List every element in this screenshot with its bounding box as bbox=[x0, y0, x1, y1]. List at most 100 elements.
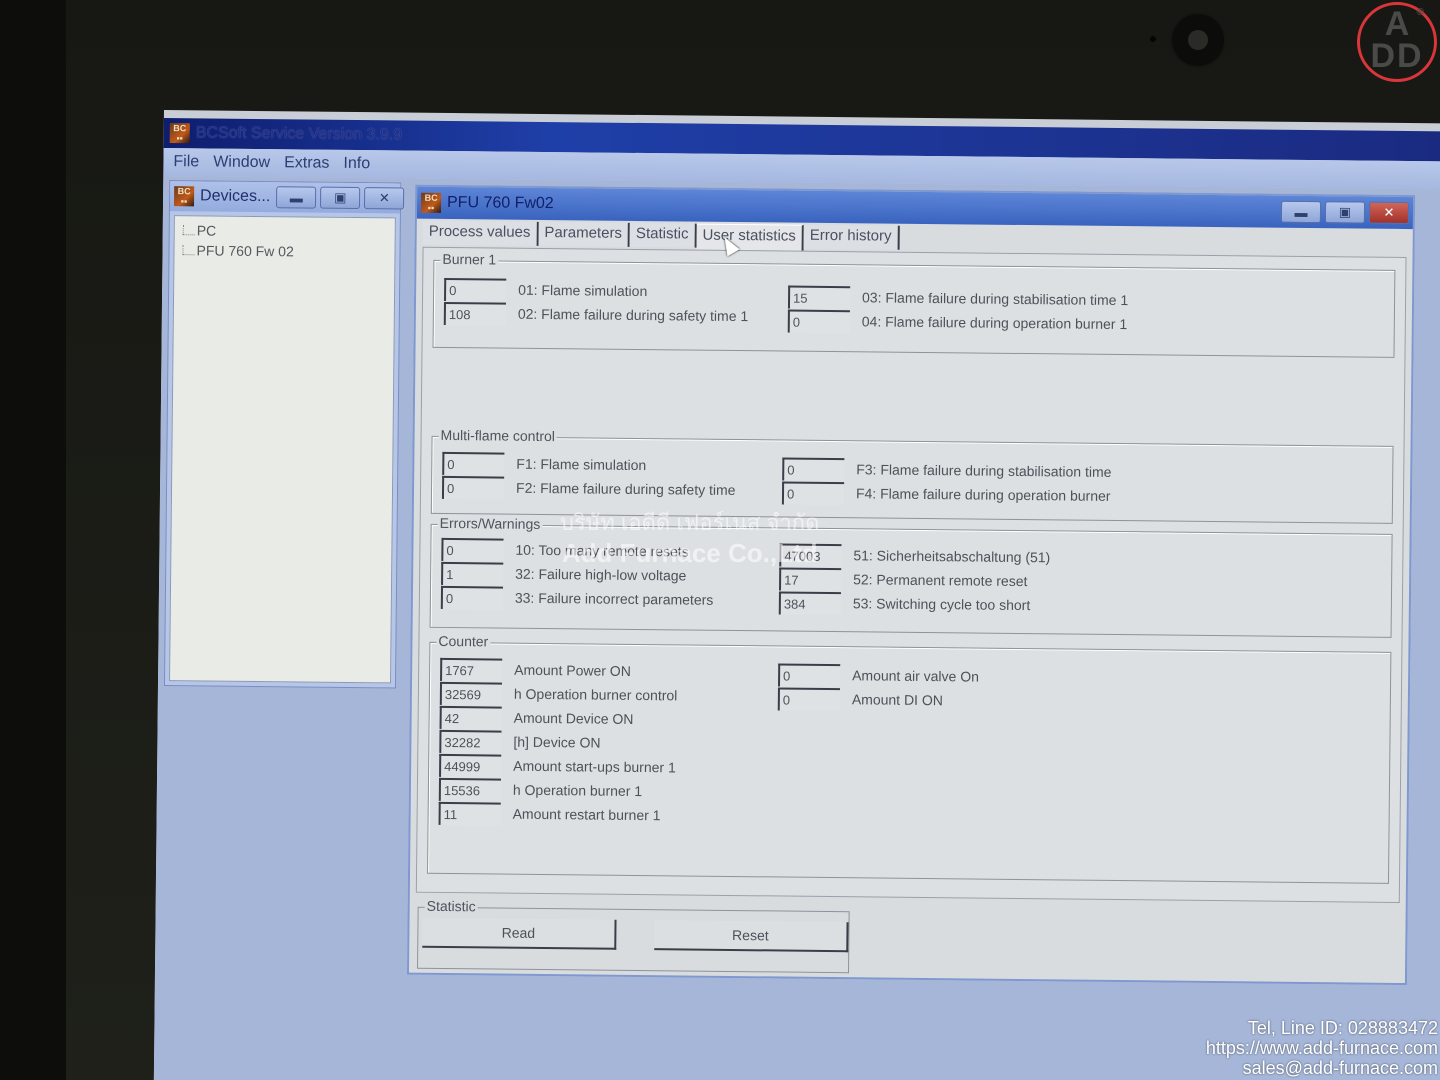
bezel-edge bbox=[0, 0, 66, 1080]
tab-error-history[interactable]: Error history bbox=[803, 224, 900, 250]
stat-label: F2: Flame failure during safety time bbox=[515, 479, 736, 499]
menu-info[interactable]: Info bbox=[343, 155, 370, 173]
stat-row: 11 Amount restart burner 1 bbox=[438, 801, 661, 827]
devices-title: Devices... bbox=[200, 187, 271, 206]
stat-row: 15 03: Flame failure during stabilisatio… bbox=[787, 285, 1129, 313]
stat-row: 0 F3: Flame failure during stabilisation… bbox=[782, 456, 1112, 483]
pfu-window: BC ▪▪ PFU 760 Fw02 ▬ ▣ ✕ Process values P… bbox=[406, 184, 1416, 986]
tab-statistic[interactable]: Statistic bbox=[629, 222, 697, 248]
stat-label: 04: Flame failure during operation burne… bbox=[861, 313, 1128, 333]
stat-label: [h] Device ON bbox=[513, 733, 601, 751]
stat-row: 0 Amount DI ON bbox=[777, 686, 943, 712]
stat-value: 47003 bbox=[779, 542, 842, 567]
stat-value: 0 bbox=[782, 456, 845, 481]
stat-value: 0 bbox=[440, 585, 504, 610]
stat-value: 15 bbox=[787, 285, 851, 309]
close-icon: ✕ bbox=[1383, 204, 1395, 220]
statistic-group: Statistic Read Reset bbox=[417, 897, 850, 974]
stat-value: 108 bbox=[443, 301, 507, 326]
group-counter: Counter 1767 Amount Power ON 32569 h Ope… bbox=[427, 632, 1392, 884]
stat-row: 47003 51: Sicherheitsabschaltung (51) bbox=[779, 542, 1050, 569]
maximize-button[interactable]: ▣ bbox=[1324, 201, 1366, 224]
device-tree: PC PFU 760 Fw 02 bbox=[169, 215, 396, 684]
stat-label: 52: Permanent remote reset bbox=[853, 571, 1028, 590]
stat-value: 32282 bbox=[439, 729, 502, 754]
stat-row: 0 F1: Flame simulation bbox=[442, 451, 646, 477]
stat-value: 0 bbox=[781, 480, 845, 505]
stat-label: h Operation burner 1 bbox=[512, 781, 643, 800]
stat-label: h Operation burner control bbox=[513, 685, 678, 704]
stat-label: 03: Flame failure during stabilisation t… bbox=[861, 289, 1129, 309]
stat-row: 0 01: Flame simulation bbox=[444, 277, 647, 303]
tree-item-pfu[interactable]: PFU 760 Fw 02 bbox=[182, 240, 386, 262]
app-title: BCSoft Service Version 3.9.9 bbox=[195, 124, 403, 144]
tree-connector bbox=[182, 225, 195, 236]
group-errors-warnings: Errors/Warnings 0 10: Too many remote re… bbox=[429, 514, 1393, 638]
registered-mark: ® bbox=[1416, 7, 1424, 18]
contact-website: https://www.add-furnace.com bbox=[1205, 1038, 1438, 1058]
menu-file[interactable]: File bbox=[173, 153, 199, 171]
stat-row: 0 04: Flame failure during operation bur… bbox=[787, 309, 1128, 337]
stat-row: 384 53: Switching cycle too short bbox=[778, 590, 1031, 617]
tree-item-pc[interactable]: PC bbox=[182, 220, 387, 242]
stat-row: 32282 [h] Device ON bbox=[439, 729, 601, 755]
devices-window: BC ▪▪ Devices... ▬ ▣ ✕ PC PFU 760 Fw 02 bbox=[163, 180, 405, 689]
stat-value: 0 bbox=[441, 537, 504, 562]
menu-extras[interactable]: Extras bbox=[284, 154, 330, 172]
close-icon: ✕ bbox=[378, 190, 390, 206]
minimize-button[interactable]: ▬ bbox=[1280, 200, 1322, 224]
stat-value: 0 bbox=[787, 309, 850, 333]
stat-value: 17 bbox=[779, 566, 842, 591]
bcsoft-app-icon: BC ▪▪ bbox=[173, 186, 195, 207]
camera-indicator bbox=[1150, 36, 1156, 42]
group-burner-1: Burner 1 0 01: Flame simulation 108 02: … bbox=[432, 250, 1396, 358]
stat-row: 0 10: Too many remote resets bbox=[441, 537, 689, 564]
stat-value: 1767 bbox=[440, 657, 503, 682]
maximize-icon: ▣ bbox=[1338, 204, 1352, 220]
stat-label: Amount Device ON bbox=[513, 709, 634, 727]
stat-label: 10: Too many remote resets bbox=[515, 541, 689, 560]
maximize-button[interactable]: ▣ bbox=[320, 186, 361, 210]
stat-label: Amount Power ON bbox=[514, 661, 631, 679]
stat-label: 32: Failure high-low voltage bbox=[515, 565, 687, 584]
stat-row: 15536 h Operation burner 1 bbox=[438, 777, 643, 803]
stat-value: 11 bbox=[438, 801, 501, 826]
devices-titlebar[interactable]: BC ▪▪ Devices... ▬ ▣ ✕ bbox=[169, 181, 405, 214]
stat-row: 0 F4: Flame failure during operation bur… bbox=[781, 480, 1111, 507]
tree-connector bbox=[182, 245, 195, 256]
stat-row: 1 32: Failure high-low voltage bbox=[441, 561, 686, 588]
close-button[interactable]: ✕ bbox=[1368, 201, 1410, 225]
stat-label: F3: Flame failure during stabilisation t… bbox=[856, 461, 1112, 480]
stat-value: 42 bbox=[439, 705, 502, 730]
group-label: Counter bbox=[436, 632, 491, 650]
stat-row: 44999 Amount start-ups burner 1 bbox=[439, 753, 676, 779]
stat-value: 0 bbox=[777, 686, 840, 711]
tab-user-statistics[interactable]: User statistics bbox=[696, 223, 804, 251]
group-label: Statistic bbox=[424, 897, 478, 915]
screen: BC ▪▪ BCSoft Service Version 3.9.9 File W… bbox=[153, 110, 1440, 1080]
read-button[interactable]: Read bbox=[422, 917, 617, 950]
reset-button[interactable]: Reset bbox=[654, 920, 849, 953]
tree-item-label: PFU 760 Fw 02 bbox=[196, 242, 294, 260]
stat-row: 108 02: Flame failure during safety time… bbox=[443, 301, 749, 328]
tab-process-values[interactable]: Process values bbox=[422, 220, 539, 246]
menu-window[interactable]: Window bbox=[213, 154, 270, 173]
stat-label: F1: Flame simulation bbox=[516, 455, 647, 474]
stat-value: 384 bbox=[778, 590, 841, 615]
stat-value: 15536 bbox=[438, 777, 502, 802]
close-button[interactable]: ✕ bbox=[364, 187, 405, 210]
stat-value: 0 bbox=[778, 662, 841, 687]
minimize-button[interactable]: ▬ bbox=[276, 186, 317, 209]
stat-label: Amount air valve On bbox=[852, 667, 980, 685]
contact-info: Tel, Line ID: 028883472 https://www.add-… bbox=[1206, 1018, 1438, 1078]
minimize-icon: ▬ bbox=[289, 189, 303, 205]
stat-row: 17 52: Permanent remote reset bbox=[779, 566, 1028, 593]
stat-row: 42 Amount Device ON bbox=[439, 705, 634, 731]
contact-phone: Tel, Line ID: 028883472 bbox=[1247, 1018, 1438, 1038]
tab-parameters[interactable]: Parameters bbox=[538, 221, 631, 247]
group-label: Errors/Warnings bbox=[437, 514, 543, 532]
pfu-title: PFU 760 Fw02 bbox=[446, 193, 554, 213]
stat-value: 32569 bbox=[439, 681, 503, 706]
stat-row: 0 Amount air valve On bbox=[778, 662, 979, 688]
bcsoft-app-icon: BC ▪▪ bbox=[420, 192, 442, 213]
